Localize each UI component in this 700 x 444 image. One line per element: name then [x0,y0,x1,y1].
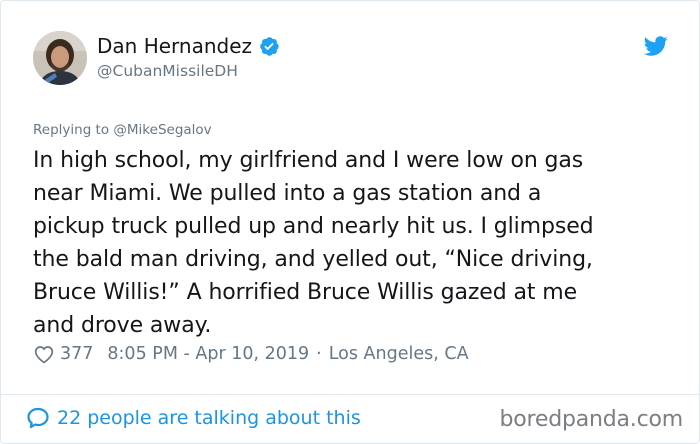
replying-to-line: Replying to @MikeSegalov [33,122,212,138]
tweet-meta: 377 8:05 PM - Apr 10, 2019 · Los Angeles… [34,344,469,364]
name-row: Dan Hernandez [97,34,280,58]
watermark-text: boredpanda.com [499,407,683,432]
user-handle[interactable]: @CubanMissileDH [97,62,238,80]
display-name[interactable]: Dan Hernandez [97,34,252,58]
comment-bubble-icon [26,406,50,430]
replying-mention-link[interactable]: @MikeSegalov [113,122,211,138]
conversation-text: 22 people are talking about this [57,407,361,429]
heart-icon[interactable] [34,345,54,364]
timestamp[interactable]: 8:05 PM - Apr 10, 2019 [107,344,309,364]
twitter-bird-icon[interactable] [643,34,669,58]
avatar[interactable] [33,31,87,85]
meta-separator: · [316,344,322,364]
divider [1,394,699,395]
location-link[interactable]: Los Angeles, CA [329,344,469,364]
conversation-link[interactable]: 22 people are talking about this [26,406,361,430]
tweet-text: In high school, my girlfriend and I were… [33,148,594,338]
verified-badge-icon [258,35,280,57]
like-count[interactable]: 377 [60,344,93,364]
replying-prefix: Replying to [33,122,110,138]
tweet-card: Dan Hernandez @CubanMissileDH Replying t… [0,0,700,444]
